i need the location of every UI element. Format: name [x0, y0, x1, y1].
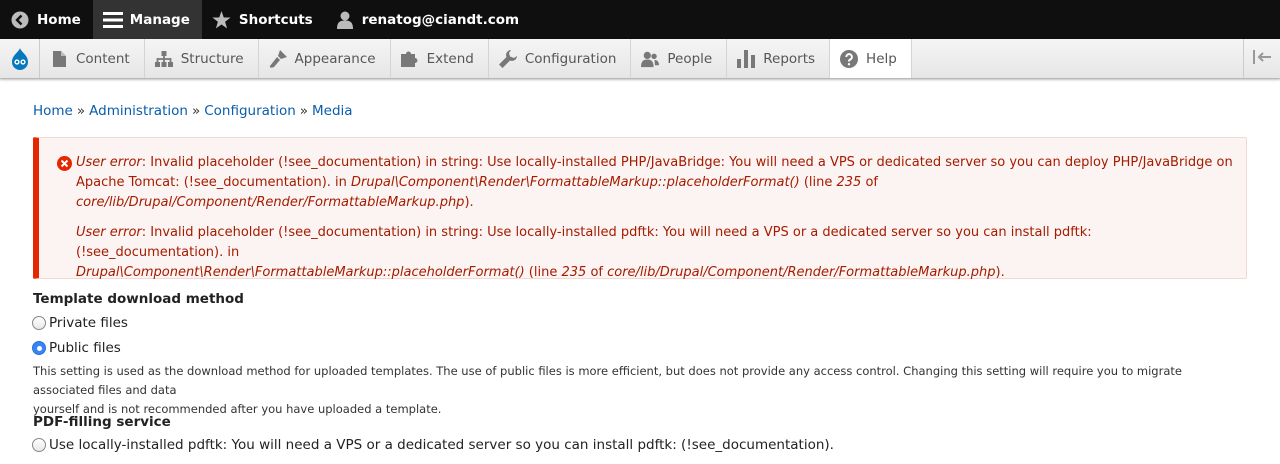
manage-link[interactable]: Manage	[92, 0, 202, 39]
error-text: Apache Tomcat: (!see_documentation). in	[76, 175, 352, 190]
radio-label[interactable]: Use locally-installed pdftk: You will ne…	[49, 437, 834, 453]
admin-tray: Content Structure Appearance Extend Conf…	[0, 39, 1280, 79]
radio-button-checked[interactable]	[32, 341, 46, 355]
bar-chart-icon	[737, 49, 756, 68]
drupal-logo-icon[interactable]	[0, 39, 40, 78]
error-text: of	[586, 265, 608, 280]
template-description: This setting is used as the download met…	[33, 362, 1247, 419]
breadcrumb-media[interactable]: Media	[312, 103, 353, 119]
manage-label: Manage	[129, 11, 190, 28]
wrench-icon	[498, 49, 517, 68]
template-download-method-label: Template download method	[33, 291, 244, 307]
breadcrumb-separator: »	[299, 103, 309, 119]
tray-item-appearance[interactable]: Appearance	[259, 39, 391, 78]
error-line-number: 235	[561, 265, 587, 280]
breadcrumb-configuration[interactable]: Configuration	[204, 103, 296, 119]
home-label: Home	[37, 11, 81, 28]
radio-public-files[interactable]: Public files	[32, 340, 121, 356]
home-link[interactable]: Home	[0, 0, 93, 39]
tray-item-content[interactable]: Content	[40, 39, 145, 78]
description-text: This setting is used as the download met…	[33, 364, 1182, 397]
admin-toolbar: Home Manage Shortcuts renatog@ciandt.com	[0, 0, 1280, 39]
error-message-2: User error: Invalid placeholder (!see_do…	[76, 223, 1236, 283]
puzzle-icon	[400, 50, 419, 68]
tray-item-reports[interactable]: Reports	[727, 39, 831, 78]
error-file: core/lib/Drupal/Component/Render/Formatt…	[607, 265, 996, 280]
tray-item-configuration[interactable]: Configuration	[489, 39, 632, 78]
people-icon	[641, 50, 660, 68]
tray-item-extend[interactable]: Extend	[391, 39, 489, 78]
error-message-1: User error: Invalid placeholder (!see_do…	[76, 153, 1236, 213]
paintbrush-icon	[269, 49, 287, 68]
radio-button[interactable]	[32, 316, 46, 330]
error-icon	[57, 156, 72, 171]
pdf-filling-service-label: PDF-filling service	[33, 414, 171, 430]
error-messages: User error: Invalid placeholder (!see_do…	[33, 137, 1247, 280]
shortcuts-link[interactable]: Shortcuts	[202, 0, 325, 39]
radio-pdftk[interactable]: Use locally-installed pdftk: You will ne…	[32, 437, 834, 453]
hamburger-icon	[102, 10, 123, 30]
tray-item-label: Extend	[426, 50, 474, 67]
back-arrow-icon	[10, 10, 30, 30]
tray-item-structure[interactable]: Structure	[145, 39, 259, 78]
error-text: : Invalid placeholder (!see_documentatio…	[76, 225, 1092, 260]
structure-icon	[154, 50, 173, 68]
tray-item-label: Configuration	[524, 50, 617, 67]
user-link[interactable]: renatog@ciandt.com	[325, 0, 531, 39]
tray-item-label: People	[667, 50, 713, 67]
error-text: (line	[524, 265, 562, 280]
error-text: ).	[464, 195, 474, 210]
error-text: (line	[799, 175, 837, 190]
error-function: Drupal\Component\Render\FormattableMarku…	[351, 175, 800, 190]
help-icon	[840, 49, 859, 68]
breadcrumb-administration[interactable]: Administration	[89, 103, 188, 119]
error-text: : Invalid placeholder (!see_documentatio…	[141, 155, 1233, 170]
error-line-number: 235	[836, 175, 862, 190]
error-text: ).	[995, 265, 1005, 280]
radio-label[interactable]: Public files	[49, 340, 121, 356]
error-prefix: User error	[76, 155, 142, 170]
tray-item-label: Structure	[180, 50, 244, 67]
error-file: core/lib/Drupal/Component/Render/Formatt…	[76, 195, 465, 210]
error-function: Drupal\Component\Render\FormattableMarku…	[76, 265, 525, 280]
radio-private-files[interactable]: Private files	[32, 315, 128, 331]
breadcrumb-separator: »	[191, 103, 201, 119]
file-icon	[50, 50, 68, 68]
radio-button[interactable]	[32, 438, 46, 452]
error-text: of	[861, 175, 879, 190]
star-icon	[212, 10, 232, 30]
shortcuts-label: Shortcuts	[238, 11, 313, 28]
breadcrumb-home[interactable]: Home	[33, 103, 73, 119]
tray-item-label: Help	[866, 50, 897, 67]
collapse-tray-button[interactable]	[1243, 39, 1280, 78]
tray-item-label: Appearance	[294, 50, 376, 67]
tray-item-label: Content	[76, 50, 130, 67]
collapse-arrow-icon	[1252, 49, 1272, 69]
radio-label[interactable]: Private files	[49, 315, 128, 331]
breadcrumb: Home» Administration» Configuration» Media	[33, 103, 353, 119]
breadcrumb-separator: »	[76, 103, 86, 119]
user-label: renatog@ciandt.com	[361, 11, 520, 28]
tray-item-label: Reports	[763, 50, 816, 67]
tray-item-help[interactable]: Help	[830, 39, 912, 78]
error-prefix: User error	[76, 225, 142, 240]
user-icon	[335, 10, 355, 30]
tray-item-people[interactable]: People	[631, 39, 728, 78]
